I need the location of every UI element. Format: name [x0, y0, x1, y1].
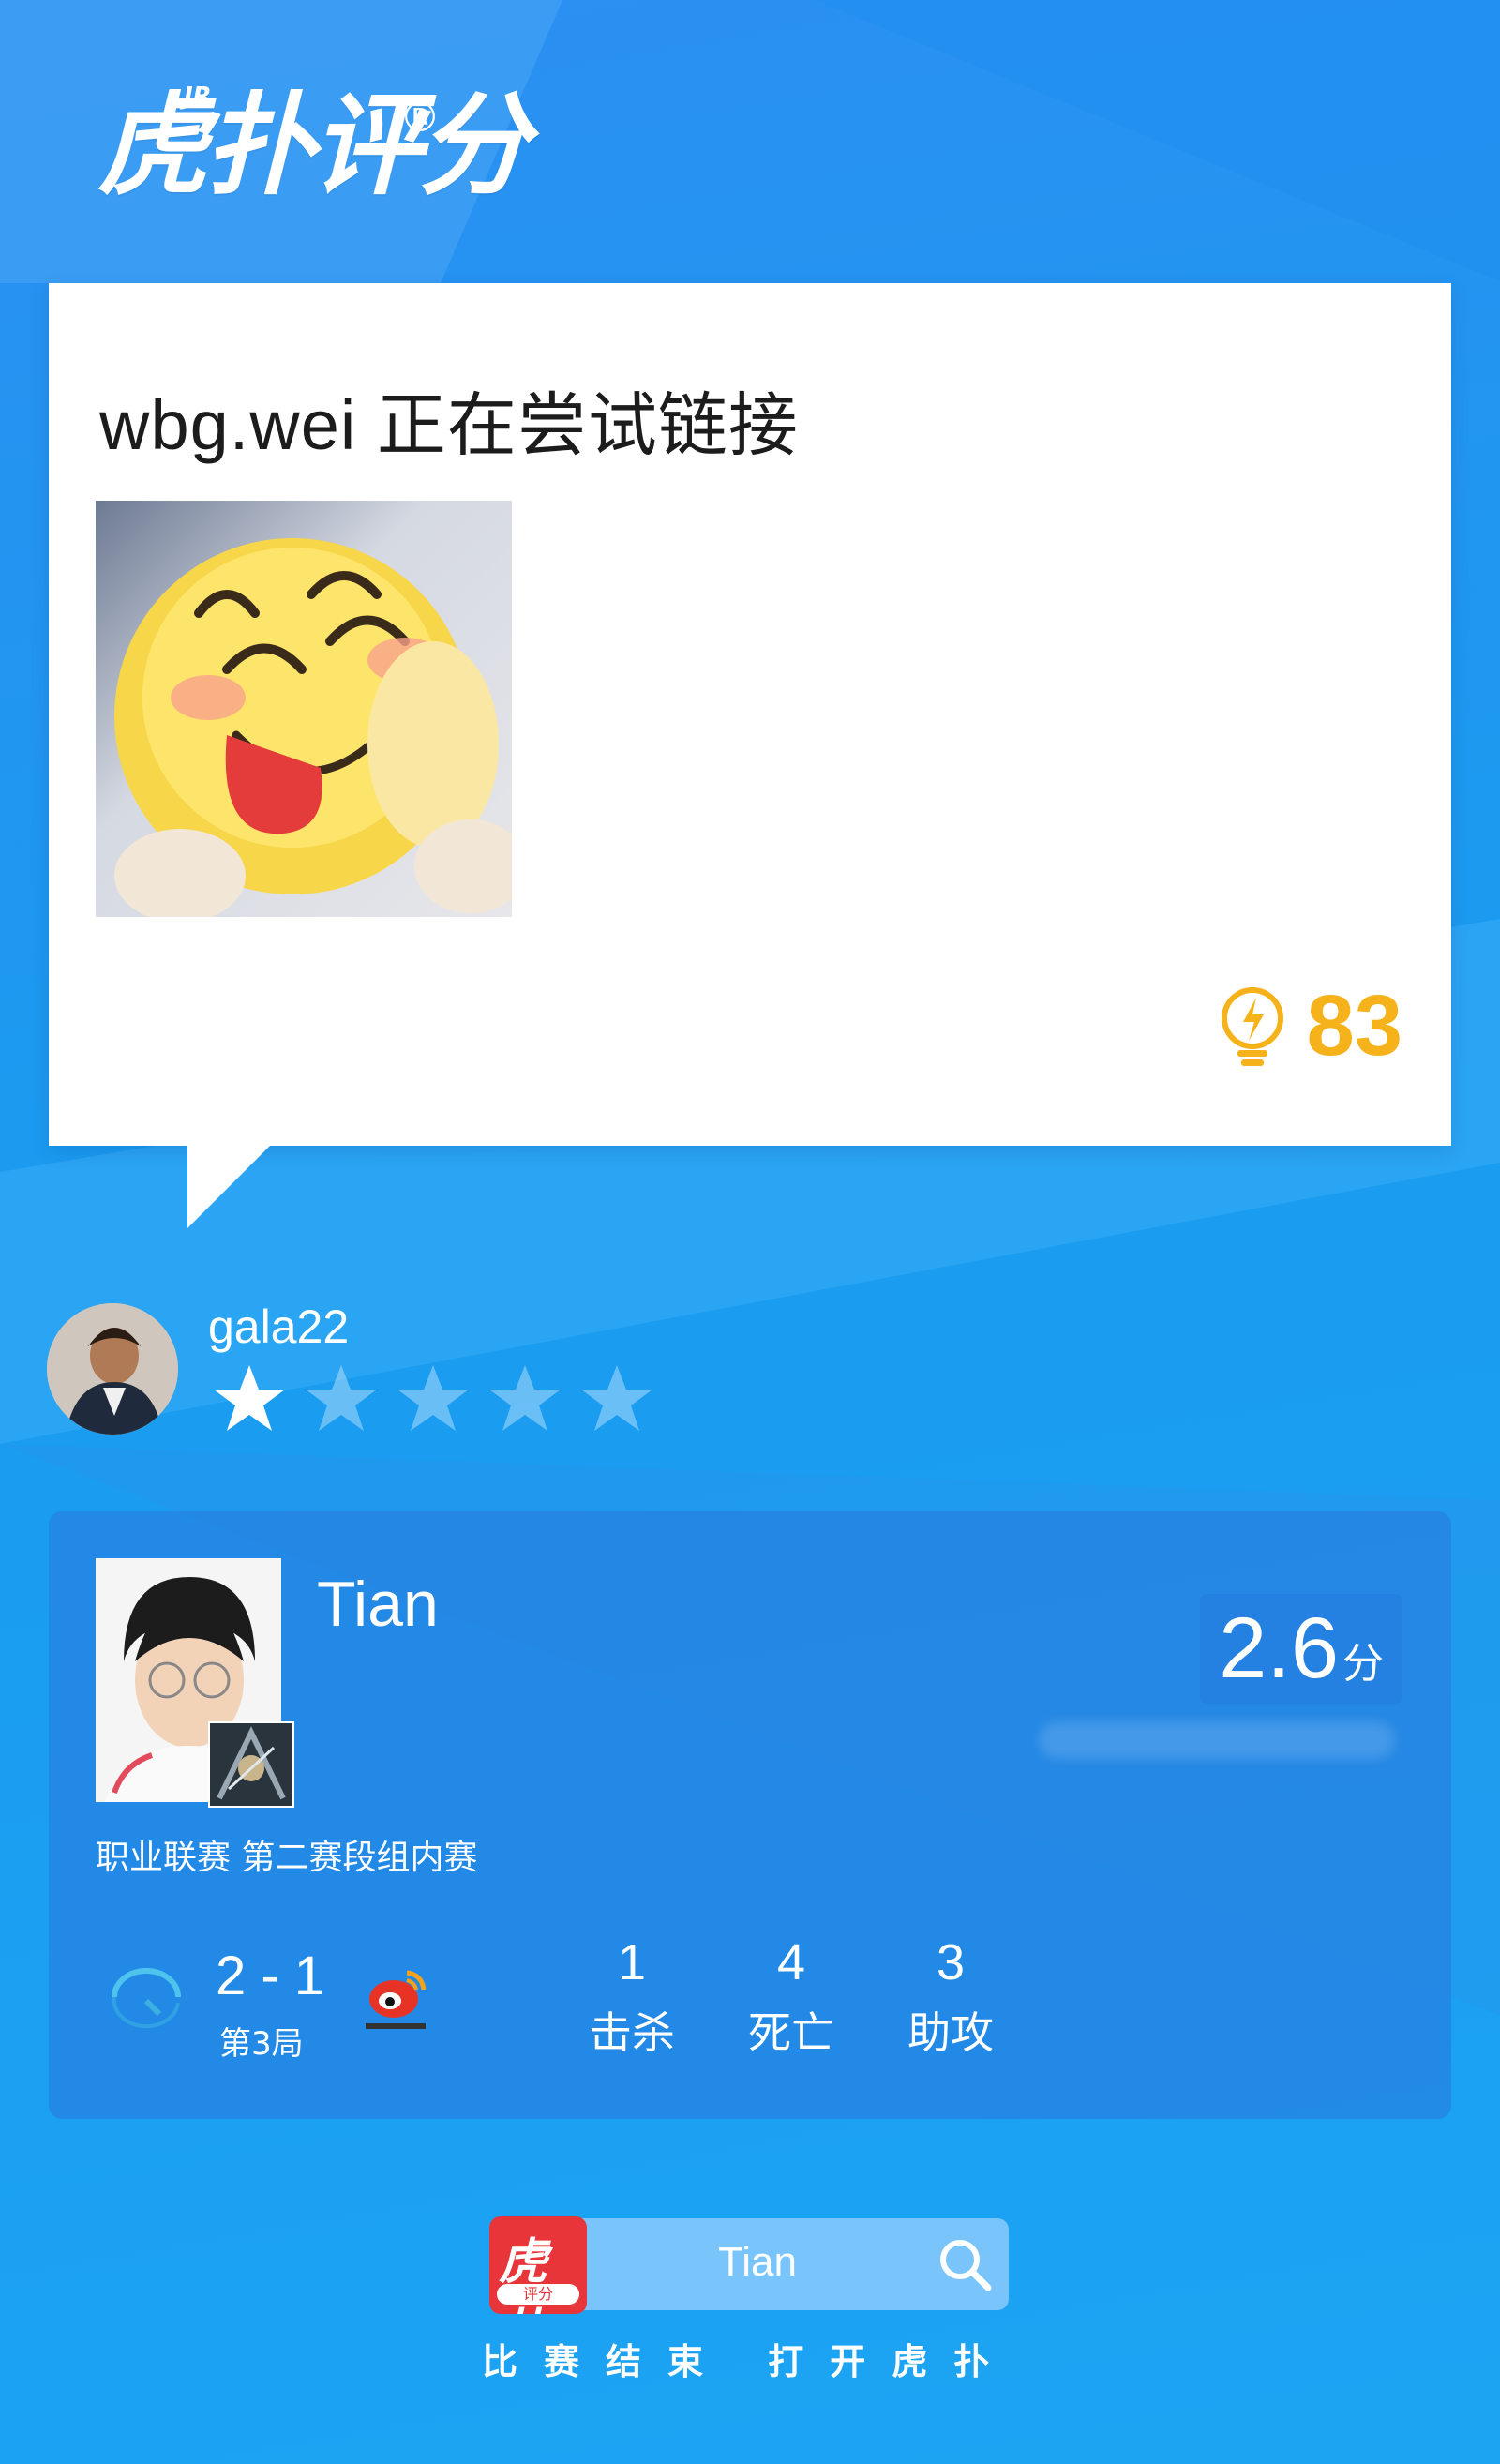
champion-icon — [208, 1721, 294, 1808]
search-text: Tian — [718, 2239, 797, 2285]
likes-counter[interactable]: 83 — [1215, 977, 1402, 1075]
match-round: 第3局 — [219, 2025, 304, 2063]
speech-bubble-tail — [188, 1144, 272, 1228]
search-icon[interactable] — [934, 2233, 996, 2295]
emoji-image — [96, 501, 512, 917]
footer-caption: 比赛结束 打开虎扑 — [482, 2341, 1016, 2382]
comment-card: wbg.wei 正在尝试链接 83 — [49, 283, 1451, 1146]
league-label: 职业联赛 第二赛段组内赛 — [96, 1839, 478, 1877]
lightbulb-icon — [1221, 986, 1283, 1066]
team-logo-right — [366, 1970, 427, 2029]
hupu-rating-logo: 虎扑评分 JR ® — [98, 81, 529, 210]
hupu-app-icon[interactable]: 虎扑 评分 — [489, 2216, 587, 2314]
star-empty-icon — [398, 1365, 469, 1431]
reviewer-avatar[interactable] — [47, 1303, 178, 1435]
star-filled-icon — [214, 1365, 285, 1431]
player-score: 2.6分 — [1200, 1594, 1402, 1704]
reviewer-username: gala22 — [208, 1300, 350, 1353]
blurred-subtext — [1039, 1721, 1395, 1759]
likes-count: 83 — [1306, 978, 1402, 1074]
search-bar[interactable]: Tian — [581, 2218, 1009, 2310]
star-empty-icon — [306, 1365, 377, 1431]
player-name: Tian — [317, 1569, 439, 1640]
stat-kills: 1 击杀 — [589, 1934, 675, 2058]
player-rating-panel[interactable]: Tian 2.6分 职业联赛 第二赛段组内赛 2 - 1 第3局 1 击杀 4 … — [49, 1511, 1451, 2119]
stat-assists: 3 助攻 — [908, 1934, 994, 2058]
stat-deaths: 4 死亡 — [748, 1934, 834, 2058]
match-score: 2 - 1 — [216, 1946, 325, 2006]
star-empty-icon — [581, 1365, 652, 1431]
star-empty-icon — [489, 1365, 561, 1431]
star-rating — [212, 1361, 654, 1436]
comment-title: wbg.wei 正在尝试链接 — [99, 386, 799, 464]
team-logo-left — [112, 1968, 181, 2029]
